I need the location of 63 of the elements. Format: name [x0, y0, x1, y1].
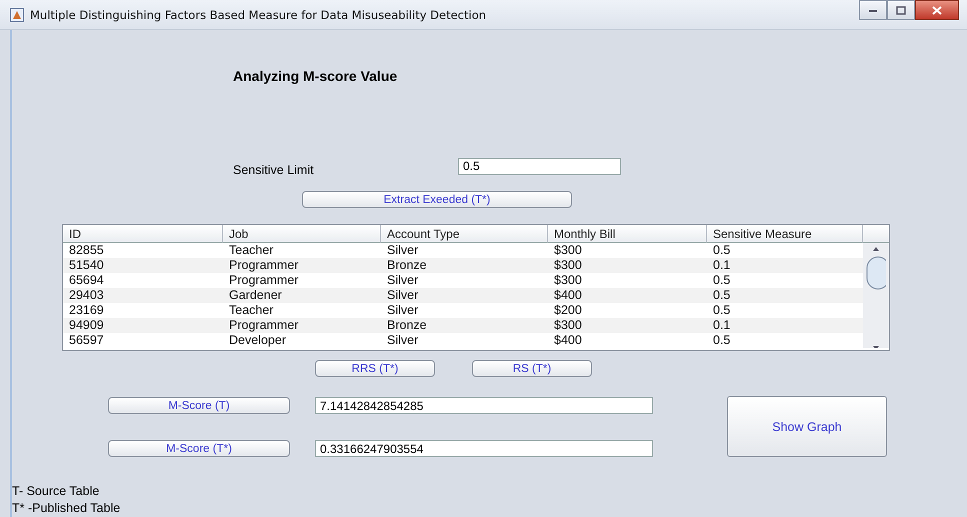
- table-cell: $300: [548, 318, 707, 333]
- m-score-field[interactable]: 7.14142842854285: [315, 397, 653, 414]
- table-cell-text: 0.5: [712, 333, 732, 348]
- maximize-button[interactable]: [887, 0, 915, 20]
- sensitive-limit-field[interactable]: 0.5: [458, 158, 621, 174]
- table-cell: Bronze: [381, 318, 548, 333]
- extract-button[interactable]: Extract Exeeded (T*): [302, 191, 572, 208]
- table-cell-text: Silver: [386, 303, 420, 318]
- table-cell-text: 0.5: [712, 273, 732, 288]
- show-graph-button[interactable]: Show Graph: [727, 396, 887, 457]
- table-cell: $300: [548, 258, 707, 273]
- table-cell-text: Developer: [228, 333, 287, 348]
- table-cell-text: 82855: [68, 243, 105, 258]
- table-cell-text: 65694: [68, 273, 105, 288]
- heading: Analyzing M-score Value: [233, 68, 398, 86]
- table-cell-text: Teacher: [228, 243, 274, 258]
- table-cell: Programmer: [223, 258, 381, 273]
- column-header[interactable]: Job: [223, 225, 381, 243]
- m-score-field[interactable]: 0.33166247903554: [315, 440, 653, 457]
- table-cell-text: $400: [553, 333, 583, 348]
- close-icon: [932, 6, 942, 14]
- column-header[interactable]: ID: [63, 225, 223, 243]
- table-cell: 0.1: [707, 318, 863, 333]
- column-header[interactable]: Monthly Bill: [548, 225, 707, 243]
- maximize-icon: [896, 6, 906, 14]
- table-cell: 29403: [63, 288, 223, 303]
- table-cell-text: Programmer: [228, 273, 300, 288]
- table-cell: Bronze: [381, 258, 548, 273]
- legend-text: T* -Published Table: [12, 500, 122, 517]
- table-cell: 0.1: [707, 258, 863, 273]
- close-button[interactable]: [915, 0, 959, 20]
- table-cell-text: Silver: [386, 333, 420, 348]
- minimize-icon: [868, 7, 878, 13]
- score-button[interactable]: RRS (T*): [315, 360, 435, 377]
- table-cell-text: 23169: [68, 303, 105, 318]
- table-cell-text: Teacher: [228, 303, 274, 318]
- table-cell-text: 56597: [68, 333, 105, 348]
- table-cell: 0.5: [707, 288, 863, 303]
- table-cell: $400: [548, 288, 707, 303]
- table-cell-text: $300: [553, 273, 583, 288]
- table-cell-text: Silver: [386, 273, 420, 288]
- table-cell-text: $200: [553, 303, 583, 318]
- table-cell-text: 0.5: [712, 243, 732, 258]
- column-header[interactable]: Sensitive Measure: [707, 225, 863, 243]
- table-cell: 51540: [63, 258, 223, 273]
- scrollbar[interactable]: [863, 243, 889, 348]
- window-title: Multiple Distinguishing Factors Based Measure for Data Misuseability Detection: [30, 8, 488, 22]
- app-icon: [10, 8, 24, 22]
- legend-text: T- Source Table: [12, 483, 100, 500]
- score-button[interactable]: RS (T*): [472, 360, 592, 377]
- table-cell: Silver: [381, 288, 548, 303]
- table-cell: 94909: [63, 318, 223, 333]
- table-cell: Programmer: [223, 318, 381, 333]
- table-cell-text: Silver: [386, 243, 420, 258]
- m-score-button[interactable]: M-Score (T): [108, 397, 290, 414]
- table-cell-text: $300: [553, 243, 583, 258]
- sensitive-limit-label: Sensitive Limit: [233, 162, 315, 177]
- minimize-button[interactable]: [859, 0, 887, 20]
- m-score-button[interactable]: M-Score (T*): [108, 440, 290, 457]
- table-cell: Gardener: [223, 288, 381, 303]
- header-corner: [863, 225, 889, 243]
- table-cell-text: 0.5: [712, 303, 732, 318]
- column-header[interactable]: Account Type: [381, 225, 548, 243]
